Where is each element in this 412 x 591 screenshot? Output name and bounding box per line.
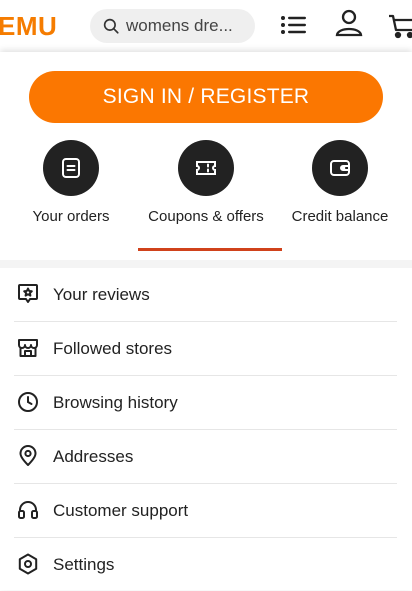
menu-item-customer-support[interactable]: Customer support: [14, 484, 397, 538]
search-bar[interactable]: womens dre...: [90, 9, 255, 43]
coupon-icon: [196, 161, 216, 175]
settings-icon: [18, 553, 38, 575]
coupons-offers-button[interactable]: Coupons & offers: [141, 140, 271, 228]
review-icon: [18, 284, 38, 303]
search-input[interactable]: womens dre...: [126, 9, 248, 43]
coupon-icon-circle: [178, 140, 234, 196]
store-icon: [18, 339, 38, 357]
menu-item-settings[interactable]: Settings: [14, 538, 397, 591]
brand-logo[interactable]: EMU: [0, 11, 57, 42]
menu-item-followed-stores[interactable]: Followed stores: [14, 322, 397, 376]
selected-tab-underline: [138, 248, 282, 251]
menu-item-browsing-history[interactable]: Browsing history: [14, 376, 397, 430]
your-orders-label: Your orders: [32, 208, 110, 225]
menu-item-addresses[interactable]: Addresses: [14, 430, 397, 484]
sign-in-register-button[interactable]: SIGN IN / REGISTER: [29, 71, 383, 123]
account-menu-list: Your reviews Followed stores Browsing hi…: [0, 268, 412, 591]
headphones-icon: [18, 501, 38, 519]
credit-balance-label: Credit balance: [291, 208, 389, 225]
clock-icon: [18, 392, 38, 412]
user-icon[interactable]: [334, 8, 364, 38]
section-divider: [0, 260, 412, 268]
coupons-offers-label: Coupons & offers: [148, 208, 264, 225]
menu-item-your-reviews[interactable]: Your reviews: [14, 268, 397, 322]
search-icon: [103, 18, 119, 34]
your-orders-button[interactable]: Your orders: [6, 140, 136, 228]
menu-item-label: Browsing history: [53, 393, 178, 412]
wallet-icon-circle: [312, 140, 368, 196]
top-header: EMU womens dre...: [0, 0, 412, 52]
location-pin-icon: [19, 445, 37, 466]
menu-item-label: Addresses: [53, 447, 134, 466]
account-dropdown-panel: SIGN IN / REGISTER Your orders Coupons &…: [0, 52, 412, 590]
wallet-icon: [330, 160, 350, 176]
credit-balance-button[interactable]: Credit balance: [275, 140, 405, 228]
orders-icon: [62, 158, 80, 178]
menu-list-icon[interactable]: [279, 10, 309, 40]
menu-item-label: Customer support: [53, 501, 189, 520]
orders-icon-circle: [43, 140, 99, 196]
menu-item-label: Your reviews: [53, 285, 150, 304]
cart-icon[interactable]: [388, 10, 412, 40]
menu-item-label: Settings: [53, 555, 115, 574]
menu-item-label: Followed stores: [53, 339, 173, 358]
